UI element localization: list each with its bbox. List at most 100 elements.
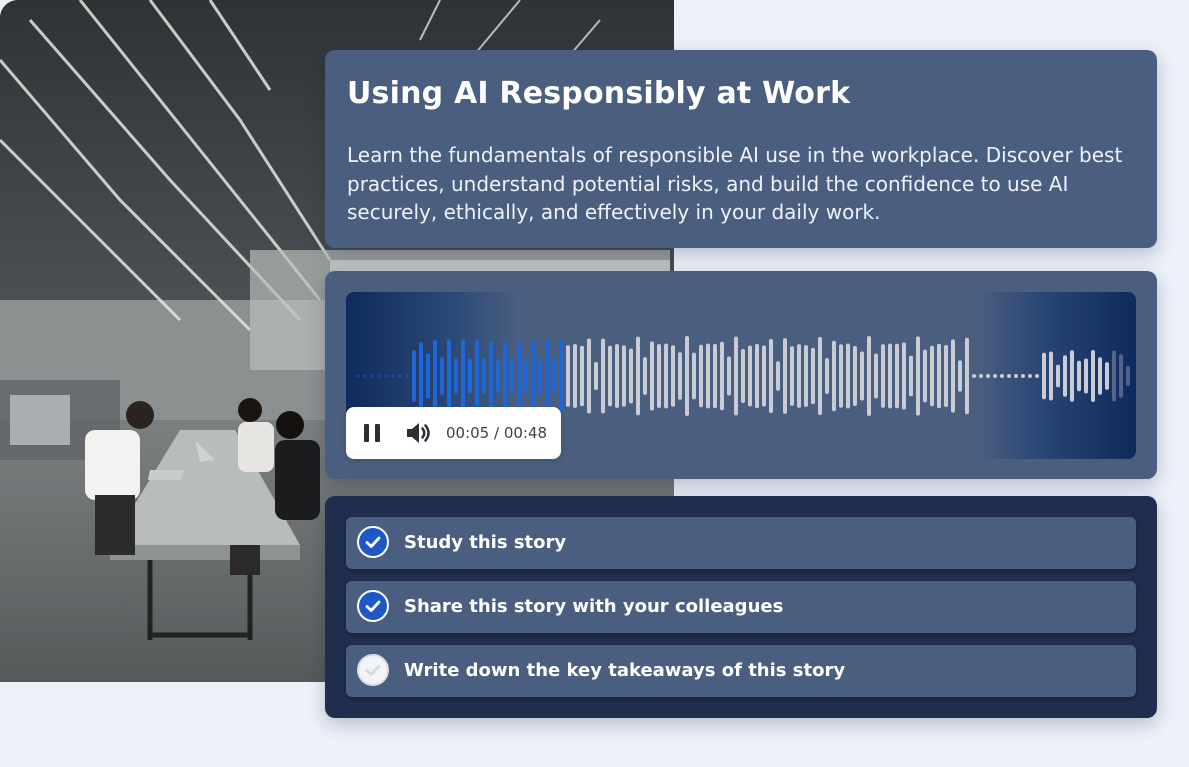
- waveform-bar-played: [468, 358, 472, 394]
- waveform-bar: [734, 336, 738, 416]
- waveform-bar: [1028, 374, 1032, 378]
- waveform-bar-played: [440, 356, 444, 396]
- waveform-bar: [867, 336, 871, 416]
- waveform-bar-played: [496, 358, 500, 394]
- waveform-bar: [881, 344, 885, 408]
- waveform-bar: [937, 343, 941, 409]
- waveform-bar: [587, 338, 591, 414]
- waveform-bar: [783, 338, 787, 414]
- waveform-bar: [944, 345, 948, 407]
- waveform-bar-played: [405, 374, 409, 378]
- waveform-bar: [790, 346, 794, 406]
- waveform-bar: [692, 352, 696, 400]
- waveform-bar-played: [524, 358, 528, 394]
- waveform-bar: [755, 343, 759, 409]
- waveform-bar-played: [419, 342, 423, 410]
- waveform-bar: [1063, 355, 1067, 397]
- waveform-bar-played: [454, 358, 458, 394]
- waveform-bar: [818, 336, 822, 416]
- waveform-bar: [608, 345, 612, 407]
- waveform-bar: [916, 336, 920, 416]
- waveform-bar: [895, 343, 899, 409]
- waveform-bar: [986, 374, 990, 378]
- course-description: Learn the fundamentals of responsible AI…: [347, 143, 1123, 224]
- waveform-bar-played: [426, 353, 430, 399]
- waveform-bar-played: [461, 339, 465, 413]
- waveform-bar: [923, 349, 927, 403]
- waveform-bar: [706, 343, 710, 409]
- waveform-bar: [1077, 360, 1081, 392]
- waveform-bar: [832, 340, 836, 412]
- waveform-bar-played: [517, 342, 521, 410]
- waveform-bar: [804, 344, 808, 408]
- waveform-bar: [1042, 352, 1046, 400]
- waveform-bar: [678, 352, 682, 400]
- waveform-bar: [839, 344, 843, 408]
- waveform-bar: [1126, 366, 1130, 386]
- waveform-bar: [748, 345, 752, 407]
- waveform-bar: [972, 374, 976, 378]
- waveform-bar-played: [363, 374, 367, 378]
- waveform-bar: [902, 342, 906, 410]
- waveform-bar: [1000, 374, 1004, 378]
- waveform-bar-played: [538, 358, 542, 394]
- waveform-bar: [797, 344, 801, 408]
- waveform-bar: [650, 341, 654, 411]
- waveform-bar-played: [356, 374, 360, 378]
- task-label: Study this story: [404, 532, 567, 553]
- task-item-takeaways[interactable]: Write down the key takeaways of this sto…: [346, 645, 1136, 697]
- waveform-bar: [699, 344, 703, 408]
- waveform-bar-played: [559, 338, 563, 414]
- audio-player-controls: 00:05 / 00:48: [346, 407, 561, 459]
- waveform-bar: [664, 343, 668, 409]
- waveform-bar: [874, 353, 878, 399]
- waveform-bar: [762, 345, 766, 407]
- volume-icon[interactable]: [405, 420, 433, 446]
- checkmark-icon[interactable]: [357, 590, 389, 622]
- waveform-bar: [846, 343, 850, 409]
- waveform-bar-played: [433, 340, 437, 412]
- checkmark-icon[interactable]: [357, 526, 389, 558]
- waveform-bar: [888, 343, 892, 409]
- waveform-bar: [825, 357, 829, 395]
- waveform-bar: [1119, 354, 1123, 398]
- waveform-bar: [1014, 374, 1018, 378]
- waveform-bar: [1105, 362, 1109, 390]
- waveform-bar: [601, 338, 605, 414]
- task-checklist: Study this story Share this story with y…: [325, 496, 1157, 718]
- waveform-bar: [615, 343, 619, 409]
- waveform-bar: [594, 361, 598, 391]
- waveform-bar: [573, 344, 577, 408]
- waveform-bar: [636, 336, 640, 416]
- waveform-bar: [643, 357, 647, 395]
- waveform-bar: [930, 345, 934, 407]
- waveform-bar: [720, 341, 724, 411]
- waveform-bar: [853, 346, 857, 406]
- waveform-bar: [1007, 374, 1011, 378]
- waveform-bar: [811, 347, 815, 405]
- waveform-bar-played: [503, 343, 507, 409]
- checkmark-outline-icon[interactable]: [357, 654, 389, 686]
- pause-icon[interactable]: [363, 424, 381, 442]
- waveform-bar-played: [475, 340, 479, 412]
- waveform-bar: [958, 360, 962, 392]
- waveform-bar: [1049, 351, 1053, 401]
- task-item-share[interactable]: Share this story with your colleagues: [346, 581, 1136, 633]
- waveform-bar: [713, 343, 717, 409]
- waveform-bar: [1084, 358, 1088, 394]
- waveform-bar-played: [552, 358, 556, 394]
- waveform-bar-played: [377, 374, 381, 378]
- waveform-bar: [951, 339, 955, 413]
- waveform-bar: [776, 361, 780, 391]
- waveform-bar: [671, 345, 675, 407]
- waveform-bar: [727, 356, 731, 396]
- waveform-bar: [993, 374, 997, 378]
- waveform-bar: [1098, 357, 1102, 395]
- task-item-study[interactable]: Study this story: [346, 517, 1136, 569]
- waveform-bar: [1021, 374, 1025, 378]
- waveform-bar: [566, 345, 570, 407]
- waveform-bar: [629, 348, 633, 404]
- waveform-bar: [622, 345, 626, 407]
- course-intro-card: Using AI Responsibly at Work Learn the f…: [325, 50, 1157, 248]
- waveform-bar-played: [398, 374, 402, 378]
